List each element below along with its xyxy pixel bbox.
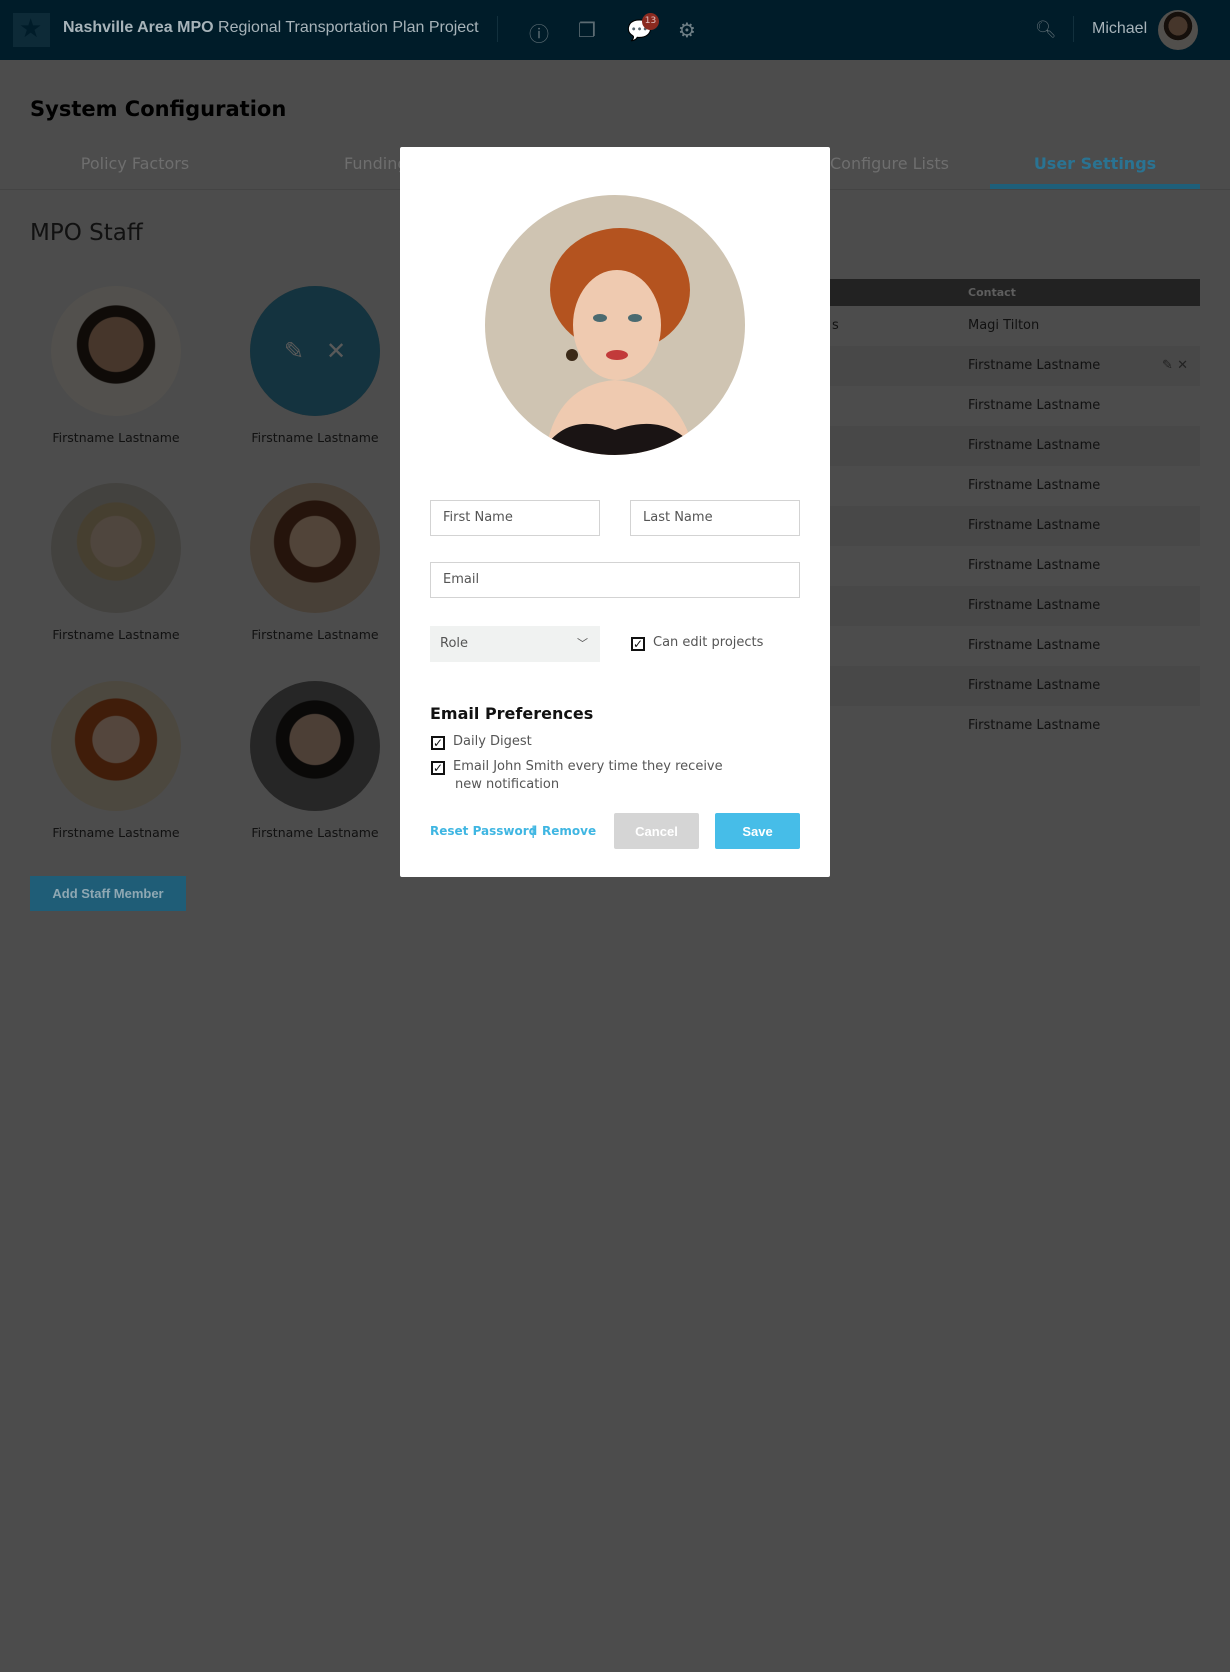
cancel-button[interactable]: Cancel [614, 813, 699, 849]
checkbox-label: Email John Smith every time they receive [453, 759, 723, 774]
notify-checkbox[interactable]: ✓ Email John Smith every time they receiv… [431, 758, 723, 794]
checkbox-checked-icon: ✓ [431, 736, 445, 750]
section-title: MPO Staff [30, 220, 143, 246]
first-name-input[interactable]: First Name [430, 500, 600, 536]
staff-card[interactable]: ✎ ✕ Firstname Lastname [235, 286, 395, 445]
role-value: Role [440, 636, 469, 651]
delete-icon[interactable]: ✕ [1177, 358, 1188, 373]
app-title: Nashville Area MPO Regional Transportati… [63, 19, 479, 37]
checkbox-checked-icon: ✓ [631, 637, 645, 651]
contact-cell: Firstname Lastname [968, 718, 1101, 733]
brand-name: Nashville Area MPO [63, 19, 214, 36]
tab-funding[interactable]: Funding [270, 154, 400, 173]
portrait-image [485, 195, 745, 455]
tab-policy-factors[interactable]: Policy Factors [30, 154, 240, 173]
info-icon[interactable]: ⓘ [529, 18, 549, 47]
staff-card[interactable]: Firstname Lastname [36, 286, 196, 445]
avatar-hover-actions: ✎ ✕ [250, 286, 380, 416]
avatar[interactable] [250, 681, 380, 811]
email-input[interactable]: Email [430, 562, 800, 598]
edit-user-modal: First Name Last Name Email Role ﹀ ✓ Can ed… [400, 147, 830, 877]
documents-icon[interactable]: ❐ [578, 18, 596, 42]
page-title: System Configuration [30, 97, 287, 121]
edit-icon[interactable]: ✎ [1162, 358, 1173, 373]
avatar[interactable] [51, 286, 181, 416]
staff-name: Firstname Lastname [251, 825, 379, 840]
user-photo[interactable] [485, 195, 745, 455]
table-cell: s [832, 318, 839, 333]
checkbox-checked-icon: ✓ [431, 761, 445, 775]
tab-user-settings[interactable]: User Settings [990, 154, 1200, 173]
contact-cell: Firstname Lastname [968, 358, 1101, 373]
email-preferences-heading: Email Preferences [430, 704, 594, 723]
divider [497, 16, 498, 42]
divider [1073, 16, 1074, 42]
contact-cell: Firstname Lastname [968, 638, 1101, 653]
user-name[interactable]: Michael [1092, 20, 1147, 38]
staff-name: Firstname Lastname [251, 430, 379, 445]
contact-cell: Firstname Lastname [968, 678, 1101, 693]
staff-name: Firstname Lastname [52, 430, 180, 445]
staff-card[interactable]: Firstname Lastname [36, 483, 196, 642]
add-staff-member-button[interactable]: Add Staff Member [30, 876, 186, 911]
staff-name: Firstname Lastname [251, 627, 379, 642]
last-name-input[interactable]: Last Name [630, 500, 800, 536]
can-edit-checkbox[interactable]: ✓ Can edit projects [631, 635, 763, 651]
staff-card[interactable]: Firstname Lastname [36, 681, 196, 840]
checkbox-label: Can edit projects [653, 635, 764, 650]
user-avatar[interactable] [1158, 10, 1198, 50]
contact-cell: Firstname Lastname [968, 518, 1101, 533]
contact-cell: Firstname Lastname [968, 398, 1101, 413]
search-icon[interactable]: 🔍︎ [1035, 20, 1057, 40]
project-name: Regional Transportation Plan Project [218, 19, 479, 36]
gear-icon[interactable]: ⚙ [678, 18, 696, 42]
checkbox-label-cont: new notification [455, 777, 560, 792]
checkbox-label: Daily Digest [453, 734, 532, 749]
avatar[interactable] [51, 483, 181, 613]
staff-name: Firstname Lastname [52, 627, 180, 642]
daily-digest-checkbox[interactable]: ✓ Daily Digest [431, 734, 532, 750]
contact-cell: Firstname Lastname [968, 558, 1101, 573]
reset-password-link[interactable]: Reset Password [430, 824, 537, 838]
link-separator: | [531, 824, 536, 838]
top-nav: Nashville Area MPO Regional Transportati… [0, 0, 1230, 60]
chevron-down-icon: ﹀ [577, 637, 588, 650]
contact-cell: Firstname Lastname [968, 478, 1101, 493]
remove-link[interactable]: Remove [542, 824, 596, 838]
save-button[interactable]: Save [715, 813, 800, 849]
row-actions: ✎ ✕ [1162, 346, 1188, 386]
avatar[interactable] [51, 681, 181, 811]
contact-cell: Firstname Lastname [968, 438, 1101, 453]
staff-card[interactable]: Firstname Lastname [235, 483, 395, 642]
avatar[interactable] [250, 483, 380, 613]
avatar[interactable]: ✎ ✕ [250, 286, 380, 416]
contact-cell: Magi Tilton [968, 318, 1040, 333]
staff-name: Firstname Lastname [52, 825, 180, 840]
contact-cell: Firstname Lastname [968, 598, 1101, 613]
staff-card[interactable]: Firstname Lastname [235, 681, 395, 840]
close-icon[interactable]: ✕ [326, 337, 346, 365]
tab-configure-lists[interactable]: Configure Lists [830, 154, 970, 173]
logo-icon[interactable] [13, 13, 50, 47]
notification-badge: 13 [642, 13, 659, 30]
role-select[interactable]: Role ﹀ [430, 626, 600, 662]
edit-icon[interactable]: ✎ [284, 337, 304, 365]
